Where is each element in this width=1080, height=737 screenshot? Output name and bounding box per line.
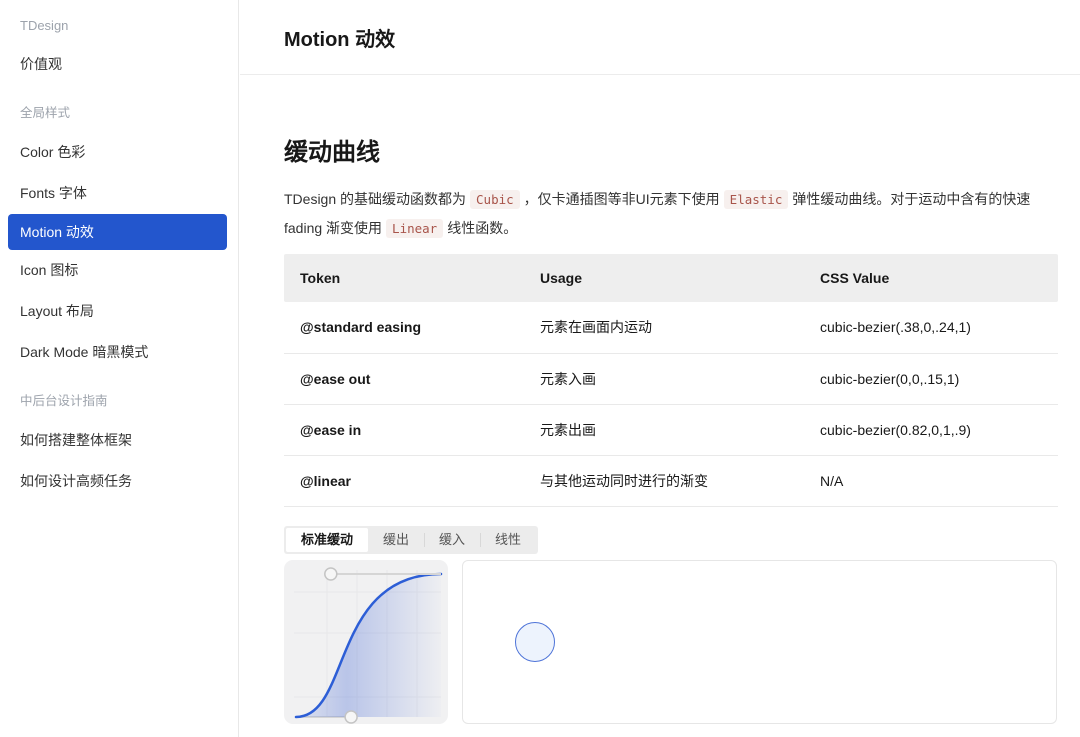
- easing-tabs: 标准缓动 缓出 缓入 线性: [284, 526, 538, 554]
- content: 缓动曲线 TDesign 的基础缓动函数都为Cubic，仅卡通插图等非UI元素下…: [240, 132, 1080, 724]
- token-cell: @standard easing: [284, 302, 524, 353]
- sidebar-brand: TDesign: [0, 0, 238, 44]
- curve-handle-top[interactable]: [325, 568, 337, 580]
- inline-code-elastic: Elastic: [724, 190, 789, 209]
- css-value-cell: cubic-bezier(0.82,0,1,.9): [804, 404, 1058, 455]
- page-header: Motion 动效: [240, 0, 1080, 75]
- token-cell: @linear: [284, 455, 524, 506]
- table-row: @standard easing 元素在画面内运动 cubic-bezier(.…: [284, 302, 1058, 353]
- tab-linear[interactable]: 线性: [480, 528, 536, 552]
- curve-fill-area: [296, 574, 441, 717]
- section-heading: 缓动曲线: [284, 132, 1057, 167]
- sidebar-item-icon[interactable]: Icon 图标: [0, 250, 238, 291]
- sidebar-item-fonts[interactable]: Fonts 字体: [0, 173, 238, 214]
- sidebar: TDesign 价值观 全局样式 Color 色彩 Fonts 字体 Motio…: [0, 0, 239, 737]
- tab-ease-in[interactable]: 缓入: [424, 528, 480, 552]
- intro-text: TDesign 的基础缓动函数都为: [284, 191, 466, 207]
- css-value-cell: N/A: [804, 455, 1058, 506]
- token-cell: @ease in: [284, 404, 524, 455]
- tab-ease-out[interactable]: 缓出: [368, 528, 424, 552]
- easing-demo-row: [284, 560, 1057, 724]
- usage-cell: 元素在画面内运动: [524, 302, 804, 353]
- intro-text: ，仅卡通插图等非UI元素下使用: [524, 191, 720, 207]
- page-title: Motion 动效: [284, 23, 395, 52]
- table-row: @linear 与其他运动同时进行的渐变 N/A: [284, 455, 1058, 506]
- intro-text: 线性函数。: [447, 220, 517, 236]
- table-header-row: Token Usage CSS Value: [284, 254, 1058, 302]
- usage-cell: 元素入画: [524, 353, 804, 404]
- table-row: @ease in 元素出画 cubic-bezier(0.82,0,1,.9): [284, 404, 1058, 455]
- inline-code-cubic: Cubic: [470, 190, 520, 209]
- css-value-cell: cubic-bezier(0,0,.15,1): [804, 353, 1058, 404]
- easing-curve-card: [284, 560, 448, 724]
- sidebar-item-color[interactable]: Color 色彩: [0, 132, 238, 173]
- table-header-token: Token: [284, 254, 524, 302]
- intro-paragraph: TDesign 的基础缓动函数都为Cubic，仅卡通插图等非UI元素下使用Ela…: [284, 185, 1058, 243]
- usage-cell: 与其他运动同时进行的渐变: [524, 455, 804, 506]
- sidebar-item-framework[interactable]: 如何搭建整体框架: [0, 420, 238, 461]
- sidebar-item-tasks[interactable]: 如何设计高频任务: [0, 461, 238, 502]
- motion-demo-stage: [462, 560, 1057, 724]
- section-label-global-styles: 全局样式: [0, 95, 238, 132]
- inline-code-linear: Linear: [386, 219, 443, 238]
- sidebar-item-motion[interactable]: Motion 动效: [8, 214, 227, 250]
- demo-ball: [515, 622, 555, 662]
- easing-table: Token Usage CSS Value @standard easing 元…: [284, 254, 1058, 507]
- tab-standard-easing[interactable]: 标准缓动: [286, 528, 368, 552]
- sidebar-item-values[interactable]: 价值观: [0, 44, 238, 85]
- table-header-css-value: CSS Value: [804, 254, 1058, 302]
- css-value-cell: cubic-bezier(.38,0,.24,1): [804, 302, 1058, 353]
- easing-curve-graph: [284, 560, 448, 724]
- curve-handle-bottom[interactable]: [345, 711, 357, 723]
- main-area: Motion 动效 缓动曲线 TDesign 的基础缓动函数都为Cubic，仅卡…: [240, 0, 1080, 724]
- usage-cell: 元素出画: [524, 404, 804, 455]
- table-header-usage: Usage: [524, 254, 804, 302]
- sidebar-item-dark-mode[interactable]: Dark Mode 暗黑模式: [0, 332, 238, 373]
- table-row: @ease out 元素入画 cubic-bezier(0,0,.15,1): [284, 353, 1058, 404]
- section-label-admin-guide: 中后台设计指南: [0, 383, 238, 420]
- sidebar-item-layout[interactable]: Layout 布局: [0, 291, 238, 332]
- token-cell: @ease out: [284, 353, 524, 404]
